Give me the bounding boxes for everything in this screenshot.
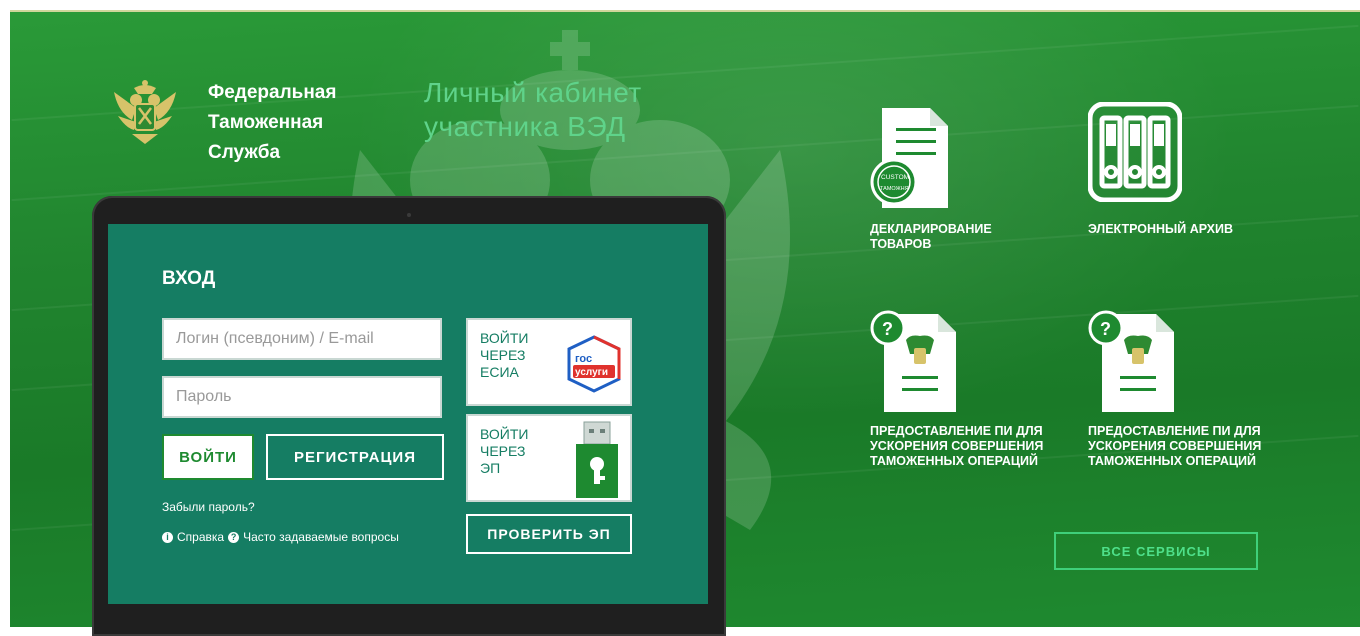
custom-stamp-bottom-text: ТАМОЖНЯ bbox=[880, 186, 909, 192]
custom-stamp-top-text: CUSTOM bbox=[881, 174, 909, 181]
login-input[interactable] bbox=[162, 318, 442, 360]
info-icon: i bbox=[162, 531, 173, 543]
ep-label: ВОЙТИ ЧЕРЕЗ ЭП bbox=[480, 426, 528, 477]
service-electronic-archive[interactable]: ЭЛЕКТРОННЫЙ АРХИВ bbox=[1088, 222, 1233, 237]
esia-label: ВОЙТИ ЧЕРЕЗ ЕСИА bbox=[480, 330, 528, 381]
app-title-line1: Личный кабинет bbox=[424, 77, 642, 108]
login-button[interactable]: ВОЙТИ bbox=[162, 434, 254, 480]
register-button[interactable]: РЕГИСТРАЦИЯ bbox=[266, 434, 444, 480]
all-services-button[interactable]: ВСЕ СЕРВИСЫ bbox=[1054, 532, 1258, 570]
gosuslugi-top-text: гос bbox=[575, 353, 592, 365]
service-pi-2-line1: ПРЕДОСТАВЛЕНИЕ ПИ ДЛЯ bbox=[1088, 424, 1261, 438]
org-title-line1: Федеральная bbox=[208, 82, 337, 103]
pi-document-icon: ? bbox=[1088, 310, 1174, 412]
ep-label-line1: ВОЙТИ bbox=[480, 426, 529, 442]
service-pi-2-line2: УСКОРЕНИЯ СОВЕРШЕНИЯ bbox=[1088, 439, 1262, 453]
service-archive-label: ЭЛЕКТРОННЫЙ АРХИВ bbox=[1088, 222, 1233, 236]
app-title-line2: участника ВЭД bbox=[424, 111, 626, 142]
service-pi-1-line2: УСКОРЕНИЯ СОВЕРШЕНИЯ bbox=[870, 439, 1044, 453]
ep-label-line2: ЧЕРЕЗ bbox=[480, 443, 526, 459]
usb-token-icon bbox=[576, 421, 618, 498]
ep-login-card[interactable]: ВОЙТИ ЧЕРЕЗ ЭП bbox=[466, 414, 632, 502]
esia-label-line3: ЕСИА bbox=[480, 364, 519, 380]
service-declaration-line2: ТОВАРОВ bbox=[870, 237, 932, 251]
gosuslugi-logo-icon: гос услуги bbox=[567, 335, 621, 393]
check-ep-button[interactable]: ПРОВЕРИТЬ ЭП bbox=[466, 514, 632, 554]
esia-label-line2: ЧЕРЕЗ bbox=[480, 347, 526, 363]
service-pi-1-line1: ПРЕДОСТАВЛЕНИЕ ПИ ДЛЯ bbox=[870, 424, 1043, 438]
service-pi-2-line3: ТАМОЖЕННЫХ ОПЕРАЦИЙ bbox=[1088, 454, 1256, 468]
password-input[interactable] bbox=[162, 376, 442, 418]
org-title-line2: Таможенная bbox=[208, 112, 324, 133]
gosuslugi-bottom-text: услуги bbox=[575, 367, 608, 378]
svg-text:?: ? bbox=[1100, 319, 1111, 339]
laptop-camera bbox=[407, 213, 411, 217]
organization-title: Федеральная Таможенная Служба bbox=[208, 78, 336, 168]
question-icon: ? bbox=[228, 531, 240, 543]
help-link[interactable]: Справка bbox=[177, 530, 224, 544]
top-accent-line bbox=[10, 10, 1360, 12]
ep-label-line3: ЭП bbox=[480, 460, 501, 476]
help-links: i Справка ? Часто задаваемые вопросы bbox=[162, 530, 399, 544]
esia-login-card[interactable]: ВОЙТИ ЧЕРЕЗ ЕСИА гос услуги bbox=[466, 318, 632, 406]
service-pi-1[interactable]: ПРЕДОСТАВЛЕНИЕ ПИ ДЛЯ УСКОРЕНИЯ СОВЕРШЕН… bbox=[870, 424, 1043, 469]
archive-binders-icon bbox=[1088, 102, 1182, 202]
service-pi-1-line3: ТАМОЖЕННЫХ ОПЕРАЦИЙ bbox=[870, 454, 1038, 468]
org-title-line3: Служба bbox=[208, 142, 281, 163]
service-declaration-line1: ДЕКЛАРИРОВАНИЕ bbox=[870, 222, 992, 236]
declaration-document-icon: CUSTOM ТАМОЖНЯ bbox=[870, 108, 948, 208]
service-declaration[interactable]: ДЕКЛАРИРОВАНИЕ ТОВАРОВ bbox=[870, 222, 992, 252]
pi-document-icon: ? bbox=[870, 310, 956, 412]
esia-label-line1: ВОЙТИ bbox=[480, 330, 529, 346]
login-heading: ВХОД bbox=[162, 268, 216, 289]
fcs-eagle-logo-icon bbox=[114, 80, 176, 144]
faq-link[interactable]: Часто задаваемые вопросы bbox=[243, 530, 399, 544]
service-pi-2[interactable]: ПРЕДОСТАВЛЕНИЕ ПИ ДЛЯ УСКОРЕНИЯ СОВЕРШЕН… bbox=[1088, 424, 1261, 469]
svg-text:?: ? bbox=[882, 319, 893, 339]
forgot-password-link[interactable]: Забыли пароль? bbox=[162, 500, 255, 514]
app-title: Личный кабинет участника ВЭД bbox=[424, 76, 642, 144]
